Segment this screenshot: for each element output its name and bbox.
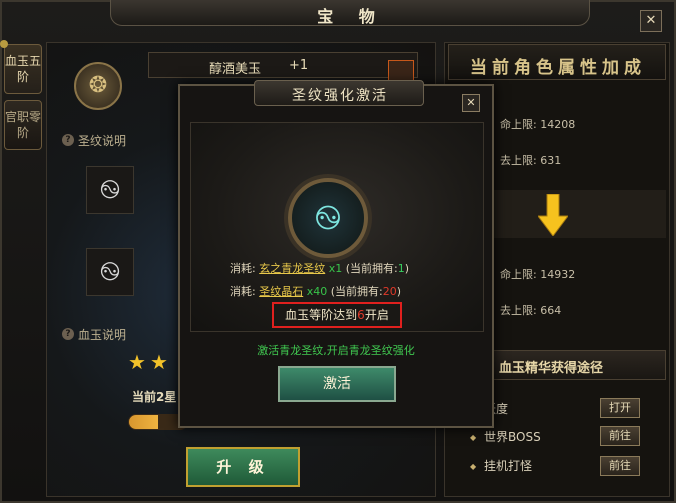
stat-before-hp: 命上限: 14208 [500, 118, 576, 131]
arrow-down-icon [538, 194, 568, 236]
tab-indicator-icon [0, 40, 8, 48]
azure-dragon-rune-icon: ࿊ [288, 178, 368, 258]
source-label: 世界BOSS [484, 430, 541, 444]
cost-item-link[interactable]: 圣纹晶石 [259, 285, 303, 298]
upgrade-button[interactable]: 升 级 [186, 447, 300, 487]
diamond-icon: ◆ [470, 433, 477, 442]
cost-owned-label: (当前拥有: [330, 285, 383, 298]
cost-item-link[interactable]: 玄之青龙圣纹 [259, 262, 325, 275]
cost-prefix: 消耗: [230, 285, 256, 298]
star-icon: ★ [150, 350, 168, 374]
window-title: 宝 物 [317, 7, 385, 26]
tiger-rune-slot[interactable]: ࿊ [86, 248, 134, 296]
item-level: +1 [289, 58, 309, 73]
attribute-title: 当前角色属性加成 [470, 58, 646, 78]
dialog-title-bar: 圣纹强化激活 [254, 80, 424, 106]
jade-help-icon[interactable]: ? [62, 328, 74, 340]
cost-owned-label: (当前拥有: [345, 262, 398, 275]
item-name: 醇酒美玉 [209, 62, 262, 77]
stat-after-mp: 去上限: 664 [500, 304, 562, 317]
dragon-icon: ࿊ [99, 175, 121, 205]
dragon-rune-slot[interactable]: ࿊ [86, 166, 134, 214]
cost-owned-close: ) [404, 262, 410, 275]
stat-after-hp: 命上限: 14932 [500, 268, 576, 281]
rune-help-icon[interactable]: ? [62, 134, 74, 146]
tiger-icon: ࿊ [99, 257, 121, 287]
current-stars-label: 当前2星 [132, 390, 177, 404]
diamond-icon: ◆ [470, 462, 477, 471]
title-bar: 宝 物 [110, 0, 590, 26]
cost-owned-value: 20 [382, 285, 397, 298]
cost-owned-value: 1 [397, 262, 405, 275]
red-notice-badge[interactable] [388, 60, 414, 82]
dialog-title: 圣纹强化激活 [292, 88, 388, 104]
source-label: 挂机打怪 [484, 459, 533, 473]
jade-help-label[interactable]: 血玉说明 [78, 326, 126, 343]
dialog-close-button[interactable]: ✕ [462, 94, 480, 112]
sources-title: 血玉精华获得途径 [499, 361, 604, 376]
tab-official-rank[interactable]: 官职零阶 [4, 100, 42, 150]
rune-help-label[interactable]: 圣纹说明 [78, 132, 126, 149]
requirement-notice: 血玉等阶达到6开启 [272, 302, 402, 328]
cost-quantity: x1 [328, 262, 343, 275]
cost-owned-close: ) [396, 285, 402, 298]
close-button[interactable]: ✕ [640, 10, 662, 32]
star-icon: ★ [128, 350, 146, 374]
item-name-bar: 醇酒美玉 +1 [148, 52, 418, 78]
source-open-button[interactable]: 打开 [600, 398, 640, 418]
activate-button[interactable]: 激活 [278, 366, 396, 402]
dialog-description: 激活青龙圣纹,开启青龙圣纹强化 [257, 344, 415, 357]
cost-quantity: x40 [306, 285, 328, 298]
cost-prefix: 消耗: [230, 262, 256, 275]
rune-activation-dialog: 圣纹强化激活 ✕ ࿊ 消耗: 玄之青龙圣纹 x1 (当前拥有:1) 消耗: 圣纹… [178, 80, 494, 428]
source-goto-button[interactable]: 前往 [600, 426, 640, 446]
source-goto-button[interactable]: 前往 [600, 456, 640, 476]
stat-before-mp: 去上限: 631 [500, 154, 562, 167]
attribute-header: 当前角色属性加成 [448, 44, 666, 80]
tab-blood-jade[interactable]: 血玉五阶 [4, 44, 42, 94]
cost-line-rune: 消耗: 玄之青龙圣纹 x1 (当前拥有:1) [230, 260, 409, 276]
cost-line-crystal: 消耗: 圣纹晶石 x40 (当前拥有:20) [230, 283, 401, 299]
beast-emblem-icon: ❂ [74, 62, 122, 110]
